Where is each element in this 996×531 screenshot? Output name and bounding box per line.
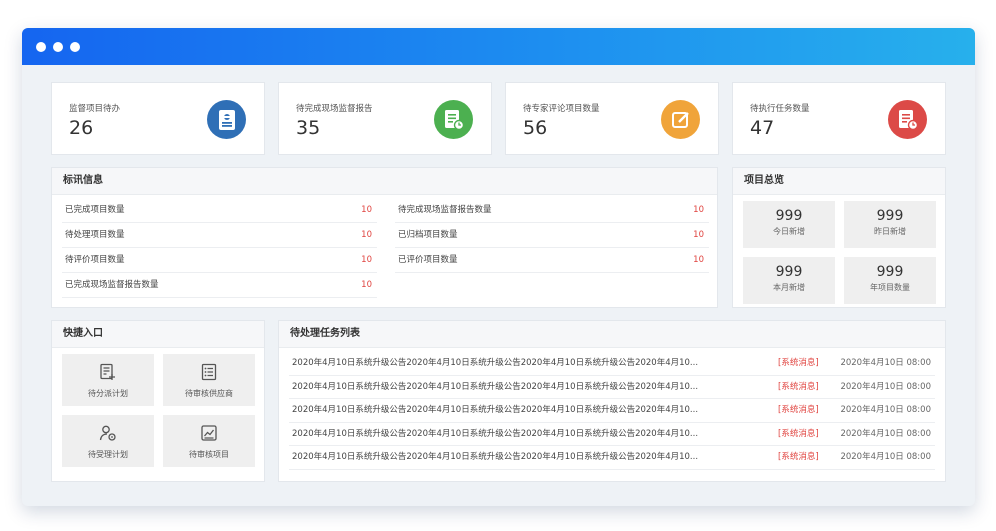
task-tag: [系统消息] <box>778 428 819 439</box>
task-row[interactable]: 2020年4月10日系统升级公告2020年4月10日系统升级公告2020年4月1… <box>289 376 935 399</box>
task-row[interactable]: 2020年4月10日系统升级公告2020年4月10日系统升级公告2020年4月1… <box>289 399 935 423</box>
window-control-dot[interactable] <box>53 42 63 52</box>
overview-label: 今日新增 <box>773 227 805 236</box>
info-count: 10 <box>693 255 704 265</box>
bid-info-panel: 标讯信息 已完成项目数量 10 待处理项目数量 10 待评价项目数量 10 已完… <box>51 167 718 308</box>
overview-value: 999 <box>876 264 904 280</box>
info-row[interactable]: 待完成现场监督报告数量 10 <box>395 198 709 223</box>
edit-icon <box>661 100 700 139</box>
info-count: 10 <box>693 205 704 215</box>
quick-plan-assign-button[interactable]: 待分派计划 <box>62 354 154 406</box>
pending-task-panel: 待处理任务列表 2020年4月10日系统升级公告2020年4月10日系统升级公告… <box>278 320 946 482</box>
info-label: 已完成项目数量 <box>65 205 125 215</box>
task-tag: [系统消息] <box>778 358 819 368</box>
user-settings-icon <box>99 425 116 441</box>
info-count: 10 <box>361 230 372 240</box>
info-row[interactable]: 已完成项目数量 10 <box>62 198 377 223</box>
quick-label: 待审核供应商 <box>185 389 233 398</box>
task-row[interactable]: 2020年4月10日系统升级公告2020年4月10日系统升级公告2020年4月1… <box>289 423 935 446</box>
stat-value: 47 <box>750 117 775 139</box>
task-date: 2020年4月10日 08:00 <box>840 428 931 439</box>
stat-value: 35 <box>296 117 321 139</box>
info-count: 10 <box>361 280 372 290</box>
quick-supplier-review-button[interactable]: 待审核供应商 <box>163 354 255 406</box>
info-row[interactable]: 已评价项目数量 10 <box>395 248 709 273</box>
info-count: 10 <box>693 230 704 240</box>
report-clock-icon <box>434 100 473 139</box>
plan-assign-icon <box>100 363 115 380</box>
stat-label: 待执行任务数量 <box>750 104 810 114</box>
overview-month[interactable]: 999 本月新增 <box>743 257 835 304</box>
quick-label: 待分派计划 <box>88 389 128 398</box>
overview-label: 本月新增 <box>773 283 805 292</box>
info-label: 待完成现场监督报告数量 <box>398 205 492 215</box>
window-control-dot[interactable] <box>36 42 46 52</box>
info-label: 已完成现场监督报告数量 <box>65 280 159 290</box>
quick-entry-panel: 快捷入口 待分派计划 待审核供应商 待受理计划 待审核项目 <box>51 320 265 482</box>
info-count: 10 <box>361 205 372 215</box>
stat-label: 待完成现场监督报告 <box>296 104 373 114</box>
quick-label: 待受理计划 <box>88 450 128 459</box>
overview-value: 999 <box>775 264 803 280</box>
chart-icon <box>201 425 217 441</box>
task-title[interactable]: 2020年4月10日系统升级公告2020年4月10日系统升级公告2020年4月1… <box>292 399 698 422</box>
task-date: 2020年4月10日 08:00 <box>840 452 931 462</box>
task-row[interactable]: 2020年4月10日系统升级公告2020年4月10日系统升级公告2020年4月1… <box>289 446 935 470</box>
info-row[interactable]: 待评价项目数量 10 <box>62 248 377 273</box>
task-clock-icon <box>888 100 927 139</box>
dashboard-window: 监督项目待办 26 待完成现场监督报告 35 待专家评论项目数量 56 待执行任… <box>22 28 975 506</box>
task-date: 2020年4月10日 08:00 <box>840 381 931 392</box>
task-title[interactable]: 2020年4月10日系统升级公告2020年4月10日系统升级公告2020年4月1… <box>292 376 698 399</box>
stat-card-expert-review[interactable]: 待专家评论项目数量 56 <box>505 82 719 155</box>
info-count: 10 <box>361 255 372 265</box>
task-date: 2020年4月10日 08:00 <box>840 405 931 415</box>
task-tag: [系统消息] <box>778 452 819 462</box>
quick-plan-accept-button[interactable]: 待受理计划 <box>62 415 154 467</box>
task-title[interactable]: 2020年4月10日系统升级公告2020年4月10日系统升级公告2020年4月1… <box>292 446 698 469</box>
stat-label: 监督项目待办 <box>69 104 121 114</box>
task-tag: [系统消息] <box>778 381 819 392</box>
window-control-dot[interactable] <box>70 42 80 52</box>
task-row[interactable]: 2020年4月10日系统升级公告2020年4月10日系统升级公告2020年4月1… <box>289 352 935 376</box>
task-date: 2020年4月10日 08:00 <box>840 358 931 368</box>
overview-label: 昨日新增 <box>874 227 906 236</box>
overview-today[interactable]: 999 今日新增 <box>743 201 835 248</box>
project-overview-panel: 项目总览 999 今日新增 999 昨日新增 999 本月新增 999 年项目数… <box>732 167 946 308</box>
task-title[interactable]: 2020年4月10日系统升级公告2020年4月10日系统升级公告2020年4月1… <box>292 423 698 446</box>
overview-label: 年项目数量 <box>870 283 910 292</box>
stat-value: 56 <box>523 117 548 139</box>
panel-title: 快捷入口 <box>52 321 264 348</box>
stat-label: 待专家评论项目数量 <box>523 104 600 114</box>
info-label: 已归档项目数量 <box>398 230 458 240</box>
info-label: 待处理项目数量 <box>65 230 125 240</box>
info-row[interactable]: 待处理项目数量 10 <box>62 223 377 248</box>
info-label: 待评价项目数量 <box>65 255 125 265</box>
stat-card-pending-tasks[interactable]: 待执行任务数量 47 <box>732 82 946 155</box>
overview-value: 999 <box>775 208 803 224</box>
panel-title: 待处理任务列表 <box>279 321 945 348</box>
window-titlebar <box>22 28 975 65</box>
info-row[interactable]: 已完成现场监督报告数量 10 <box>62 273 377 298</box>
clipboard-icon <box>207 100 246 139</box>
info-row[interactable]: 已归档项目数量 10 <box>395 223 709 248</box>
stat-card-supervision-todo[interactable]: 监督项目待办 26 <box>51 82 265 155</box>
overview-value: 999 <box>876 208 904 224</box>
info-label: 已评价项目数量 <box>398 255 458 265</box>
panel-title: 项目总览 <box>733 168 945 195</box>
stat-value: 26 <box>69 117 94 139</box>
task-tag: [系统消息] <box>778 405 819 415</box>
task-title[interactable]: 2020年4月10日系统升级公告2020年4月10日系统升级公告2020年4月1… <box>292 352 698 375</box>
list-icon <box>201 363 217 381</box>
quick-label: 待审核项目 <box>189 450 229 459</box>
quick-project-review-button[interactable]: 待审核项目 <box>163 415 255 467</box>
panel-title: 标讯信息 <box>52 168 717 195</box>
stat-card-onsite-report[interactable]: 待完成现场监督报告 35 <box>278 82 492 155</box>
overview-yesterday[interactable]: 999 昨日新增 <box>844 201 936 248</box>
overview-year[interactable]: 999 年项目数量 <box>844 257 936 304</box>
